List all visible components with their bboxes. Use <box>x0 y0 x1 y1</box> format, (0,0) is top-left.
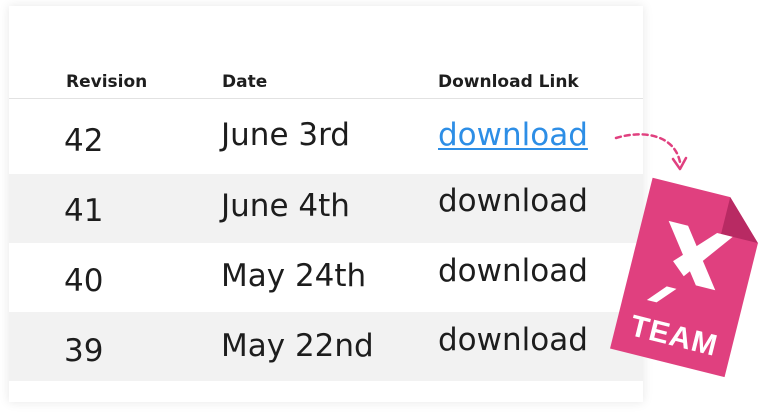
download-link[interactable]: download <box>438 120 588 151</box>
table-row: 39 May 22nd download <box>9 312 643 381</box>
revision-number: 41 <box>64 193 104 229</box>
table-row: 42 June 3rd download <box>9 105 643 174</box>
download-link[interactable]: download <box>438 256 588 287</box>
date-column-header: Date <box>222 72 268 92</box>
revision-column-header: Revision <box>66 72 148 92</box>
revision-date: June 3rd <box>221 117 350 153</box>
download-link-column-header: Download Link <box>438 72 579 92</box>
revision-number: 42 <box>64 123 104 159</box>
revision-number: 40 <box>64 263 104 299</box>
table-row: 40 May 24th download <box>9 243 643 312</box>
revision-date: May 22nd <box>221 328 374 364</box>
revisions-table-card: Revision Date Download Link 42 June 3rd … <box>9 6 643 402</box>
header-divider <box>9 98 643 99</box>
revision-date: May 24th <box>221 258 367 294</box>
revision-date: June 4th <box>221 188 350 224</box>
download-link[interactable]: download <box>438 186 588 217</box>
revision-number: 39 <box>64 333 104 369</box>
team-file-badge: TEAM <box>610 177 758 378</box>
table-row: 41 June 4th download <box>9 174 643 243</box>
download-link[interactable]: download <box>438 325 588 356</box>
